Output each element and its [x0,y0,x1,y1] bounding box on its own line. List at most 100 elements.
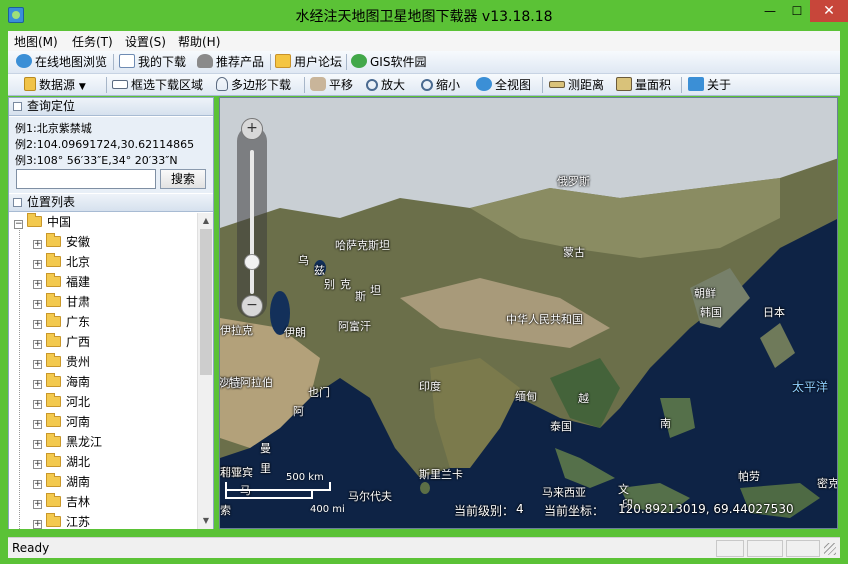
menu-settings[interactable]: 设置(S) [125,33,166,50]
tree-item-label: 江苏 [66,515,91,529]
expand-toggle[interactable]: + [33,320,42,329]
expand-toggle[interactable]: + [33,280,42,289]
map-zoom-out-button[interactable]: − [241,295,263,317]
pan-hand-icon [310,77,326,91]
full-view-button[interactable]: 全视图 [476,77,531,95]
tree-item[interactable]: + 吉林 [33,492,90,512]
query-panel-title: 查询定位 [27,99,76,113]
expand-toggle[interactable]: + [33,420,42,429]
expand-toggle[interactable]: + [33,240,42,249]
menu-help[interactable]: 帮助(H) [178,33,220,50]
rectangle-select-icon [112,80,128,89]
my-downloads-button[interactable]: 我的下载 [119,54,186,72]
pan-button[interactable]: 平移 [310,77,353,95]
scroll-down-arrow[interactable]: ▼ [198,513,214,529]
expand-toggle[interactable]: + [33,300,42,309]
tree-item-label: 湖北 [66,455,91,469]
folder-icon [46,353,61,367]
tree-item[interactable]: + 福建 [33,272,90,292]
tree-root[interactable]: − 中国 [14,213,71,232]
menu-map[interactable]: 地图(M) [14,33,58,50]
scroll-up-arrow[interactable]: ▲ [198,213,214,229]
toolbar-secondary: 数据源 ▼ 框选下载区域 多边形下载 平移 放大 缩小 全视图 测距离 量面积 … [8,74,840,96]
location-panel-header[interactable]: 位置列表 [9,194,213,212]
tree-item-label: 湖南 [66,475,91,489]
forum-icon [275,54,291,68]
toolbar-separator [304,77,305,93]
status-cell [786,540,820,557]
gis-software-button[interactable]: GIS软件园 [351,54,426,72]
zoom-slider-track[interactable] [250,150,254,294]
map-label: 越 [578,392,589,405]
menu-task[interactable]: 任务(T) [72,33,113,50]
map-label: 里 [260,462,271,475]
tree-item[interactable]: + 贵州 [33,352,90,372]
data-source-dropdown[interactable]: 数据源 ▼ [24,77,86,95]
measure-area-button[interactable]: 量面积 [616,77,671,95]
expand-toggle[interactable]: + [33,340,42,349]
zoom-out-button[interactable]: 缩小 [421,77,460,95]
folder-icon [46,313,61,327]
collapse-icon [13,102,22,111]
expand-toggle[interactable]: + [33,260,42,269]
about-button[interactable]: 关于 [688,77,731,95]
close-button[interactable]: ✕ [810,0,848,22]
search-button[interactable]: 搜索 [160,169,206,189]
map-zoom-in-button[interactable]: + [241,118,263,140]
folder-icon [46,233,61,247]
expand-toggle[interactable]: + [33,500,42,509]
search-input[interactable] [16,169,156,189]
tree-item-label: 广东 [66,315,91,329]
expand-toggle[interactable]: + [33,440,42,449]
tree-item[interactable]: + 广西 [33,332,90,352]
collapse-icon [13,198,22,207]
minimize-button[interactable]: — [756,0,784,22]
status-cell [716,540,744,557]
tree-item[interactable]: + 黑龙江 [33,432,102,452]
expand-toggle[interactable]: + [33,460,42,469]
expand-toggle[interactable]: + [33,360,42,369]
query-panel-header[interactable]: 查询定位 [9,98,213,116]
zoom-in-button[interactable]: 放大 [366,77,405,95]
expand-toggle[interactable]: + [33,520,42,529]
map-label: 哈萨克斯坦 [335,239,390,252]
tree-item-label: 河南 [66,415,91,429]
recommended-products-label: 推荐产品 [216,55,265,69]
resize-grip[interactable] [824,543,836,555]
expand-toggle[interactable]: + [33,480,42,489]
toolbar-separator [681,77,682,93]
tree-root-label: 中国 [47,215,72,229]
tree-item[interactable]: + 江苏 [33,512,90,529]
tree-item[interactable]: + 海南 [33,372,90,392]
tree-item[interactable]: + 甘肃 [33,292,90,312]
tree-item[interactable]: + 河南 [33,412,90,432]
tree-item[interactable]: + 广东 [33,312,90,332]
tree-item[interactable]: + 湖北 [33,452,90,472]
measure-distance-button[interactable]: 测距离 [549,77,604,95]
polygon-icon [216,77,228,91]
tree-item-label: 吉林 [66,495,91,509]
online-map-button[interactable]: 在线地图浏览 [16,54,107,72]
recommended-products-button[interactable]: 推荐产品 [197,54,264,72]
ruler-icon [549,81,565,88]
gis-icon [351,54,367,68]
maximize-button[interactable]: ☐ [784,0,810,22]
expand-toggle[interactable]: + [33,380,42,389]
collapse-toggle[interactable]: − [14,220,23,229]
tree-item[interactable]: + 北京 [33,252,90,272]
map-view[interactable]: 俄罗斯 哈萨克斯坦 蒙古乌兹别克斯坦朝鲜 韩国 日本 中华人民共和国 伊拉克 伊朗 阿富汗 阿曼沙… [219,97,838,529]
tree-scrollbar[interactable]: ▲ ▼ [197,213,213,529]
rectangle-download-label: 框选下载区域 [131,78,204,92]
user-forum-button[interactable]: 用户论坛 [275,54,342,72]
folder-icon [27,213,42,227]
rectangle-download-button[interactable]: 框选下载区域 [112,77,203,95]
tree-item[interactable]: + 安徽 [33,232,90,252]
status-text: Ready [12,541,50,555]
tree-item-label: 河北 [66,395,91,409]
polygon-download-button[interactable]: 多边形下载 [216,77,291,95]
tree-item[interactable]: + 河北 [33,392,90,412]
expand-toggle[interactable]: + [33,400,42,409]
tree-item[interactable]: + 湖南 [33,472,90,492]
scale-bar [225,482,331,499]
scroll-thumb[interactable] [200,229,212,375]
